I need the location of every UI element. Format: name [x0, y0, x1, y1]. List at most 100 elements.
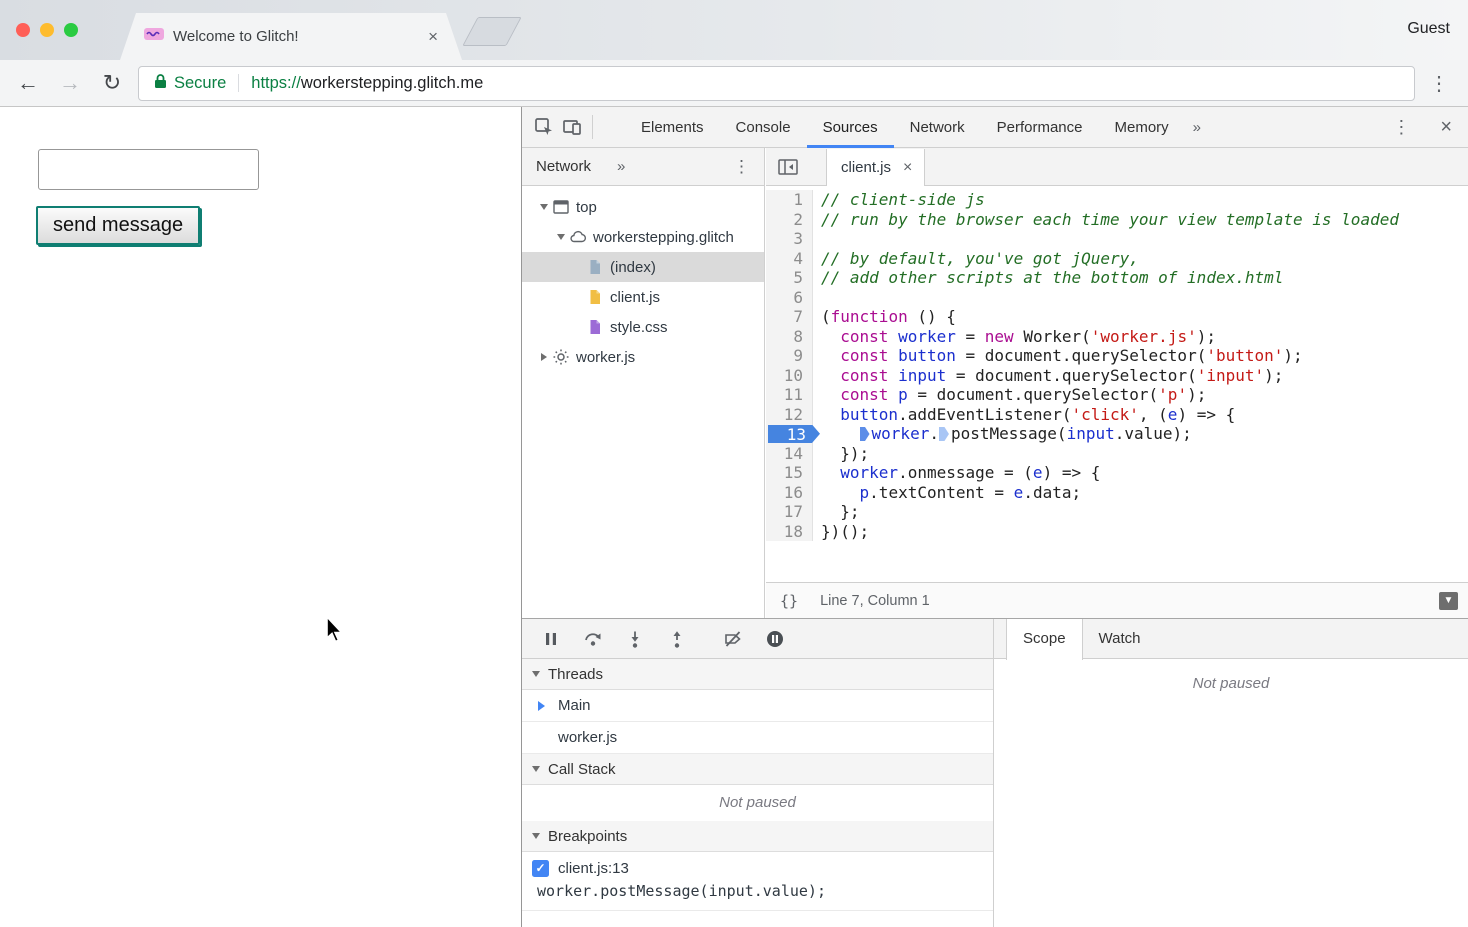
inline-breakpoint-marker-icon[interactable]	[939, 427, 949, 441]
line-number[interactable]: 8	[766, 327, 813, 347]
pause-icon[interactable]	[536, 625, 566, 653]
fullscreen-window-button[interactable]	[64, 23, 78, 37]
tab-close-icon[interactable]: ×	[428, 27, 438, 47]
toggle-navigator-icon[interactable]	[774, 153, 802, 181]
debugger-drawer: Threads Mainworker.js Call Stack Not pau…	[522, 618, 1468, 927]
code-line-12[interactable]: 12 button.addEventListener('click', (e) …	[766, 405, 1468, 425]
step-over-icon[interactable]	[578, 625, 608, 653]
tree-item--index-[interactable]: (index)	[522, 252, 764, 282]
sidebar-more-tabs-icon[interactable]: »	[617, 158, 625, 175]
code-line-3[interactable]: 3	[766, 229, 1468, 249]
tab-watch[interactable]: Watch	[1083, 619, 1157, 658]
line-number[interactable]: 3	[766, 229, 813, 249]
breakpoints-section-header[interactable]: Breakpoints	[522, 821, 993, 852]
tab-elements[interactable]: Elements	[625, 107, 720, 148]
url-text[interactable]: https://workerstepping.glitch.me	[251, 74, 483, 93]
browser-menu-icon[interactable]: ⋮	[1429, 71, 1450, 96]
security-chip[interactable]: Secure	[154, 73, 226, 94]
code-line-2[interactable]: 2// run by the browser each time your vi…	[766, 210, 1468, 230]
code-content: button.addEventListener('click', (e) => …	[813, 405, 1235, 425]
line-number[interactable]: 1	[766, 190, 813, 210]
disclosure-triangle-icon[interactable]	[536, 353, 552, 361]
step-out-icon[interactable]	[662, 625, 692, 653]
line-number[interactable]: 16	[766, 483, 813, 503]
pause-on-exceptions-icon[interactable]	[760, 625, 790, 653]
call-stack-section-header[interactable]: Call Stack	[522, 754, 993, 785]
line-number[interactable]: 9	[766, 346, 813, 366]
line-number[interactable]: 15	[766, 463, 813, 483]
tab-network[interactable]: Network	[894, 107, 981, 148]
more-tabs-icon[interactable]: »	[1185, 107, 1209, 148]
disclosure-triangle-icon[interactable]	[553, 234, 569, 240]
tab-network-sidebar[interactable]: Network	[536, 158, 591, 175]
tab-console[interactable]: Console	[720, 107, 807, 148]
disclosure-triangle-icon[interactable]	[536, 204, 552, 210]
breakpoint-line-number[interactable]: 13	[766, 424, 813, 444]
tab-sources[interactable]: Sources	[807, 107, 894, 148]
code-editor[interactable]: 1// client-side js2// run by the browser…	[766, 186, 1468, 582]
breakpoint-badge[interactable]: 13	[768, 425, 820, 444]
line-number[interactable]: 10	[766, 366, 813, 386]
code-line-5[interactable]: 5// add other scripts at the bottom of i…	[766, 268, 1468, 288]
address-bar[interactable]: Secure https://workerstepping.glitch.me	[138, 66, 1415, 101]
device-toolbar-icon[interactable]	[558, 113, 586, 141]
devtools-close-icon[interactable]: ×	[1440, 116, 1452, 139]
tree-item-top[interactable]: top	[522, 192, 764, 222]
sidebar-menu-icon[interactable]: ⋮	[733, 157, 750, 177]
guest-profile-label[interactable]: Guest	[1407, 20, 1450, 38]
line-number[interactable]: 2	[766, 210, 813, 230]
file-tab-close-icon[interactable]: ×	[903, 159, 912, 177]
line-number[interactable]: 6	[766, 288, 813, 308]
code-line-6[interactable]: 6	[766, 288, 1468, 308]
tree-item-client-js[interactable]: client.js	[522, 282, 764, 312]
breakpoint-entry[interactable]: ✓client.js:13worker.postMessage(input.va…	[522, 852, 993, 911]
code-line-9[interactable]: 9 const button = document.querySelector(…	[766, 346, 1468, 366]
code-line-4[interactable]: 4// by default, you've got jQuery,	[766, 249, 1468, 269]
reload-icon[interactable]: ↻	[98, 70, 126, 96]
step-into-icon[interactable]	[620, 625, 650, 653]
code-line-16[interactable]: 16 p.textContent = e.data;	[766, 483, 1468, 503]
inspect-element-icon[interactable]	[530, 113, 558, 141]
line-number[interactable]: 7	[766, 307, 813, 327]
breakpoint-checkbox[interactable]: ✓	[532, 860, 549, 877]
threads-section-header[interactable]: Threads	[522, 659, 993, 690]
line-number[interactable]: 12	[766, 405, 813, 425]
thread-item-worker-js[interactable]: worker.js	[522, 722, 993, 754]
code-line-17[interactable]: 17 };	[766, 502, 1468, 522]
tab-scope[interactable]: Scope	[1006, 619, 1083, 660]
code-line-8[interactable]: 8 const worker = new Worker('worker.js')…	[766, 327, 1468, 347]
code-line-13[interactable]: 13 worker.postMessage(input.value);	[766, 424, 1468, 444]
tab-performance[interactable]: Performance	[981, 107, 1099, 148]
code-line-10[interactable]: 10 const input = document.querySelector(…	[766, 366, 1468, 386]
code-line-7[interactable]: 7(function () {	[766, 307, 1468, 327]
line-number[interactable]: 17	[766, 502, 813, 522]
devtools-menu-icon[interactable]: ⋮	[1392, 117, 1410, 138]
line-number[interactable]: 4	[766, 249, 813, 269]
panel-corner-icon[interactable]: ▼	[1439, 592, 1458, 610]
code-line-11[interactable]: 11 const p = document.querySelector('p')…	[766, 385, 1468, 405]
back-icon[interactable]: ←	[14, 70, 42, 96]
line-number[interactable]: 14	[766, 444, 813, 464]
send-message-button[interactable]: send message	[36, 206, 200, 245]
line-number[interactable]: 5	[766, 268, 813, 288]
tree-item-style-css[interactable]: style.css	[522, 312, 764, 342]
code-line-1[interactable]: 1// client-side js	[766, 190, 1468, 210]
pretty-print-icon[interactable]: {}	[780, 592, 798, 610]
code-line-15[interactable]: 15 worker.onmessage = (e) => {	[766, 463, 1468, 483]
browser-tab[interactable]: Welcome to Glitch! ×	[120, 13, 462, 60]
message-input[interactable]	[38, 149, 259, 190]
close-window-button[interactable]	[16, 23, 30, 37]
code-line-14[interactable]: 14 });	[766, 444, 1468, 464]
code-line-18[interactable]: 18})();	[766, 522, 1468, 542]
tab-memory[interactable]: Memory	[1099, 107, 1185, 148]
file-tab-clientjs[interactable]: client.js ×	[826, 149, 925, 187]
inline-breakpoint-marker-icon[interactable]	[860, 427, 870, 441]
thread-item-main[interactable]: Main	[522, 690, 993, 722]
deactivate-breakpoints-icon[interactable]	[718, 625, 748, 653]
minimize-window-button[interactable]	[40, 23, 54, 37]
tree-item-worker-js[interactable]: worker.js	[522, 342, 764, 372]
tree-item-workerstepping-glitch[interactable]: workerstepping.glitch	[522, 222, 764, 252]
line-number[interactable]: 11	[766, 385, 813, 405]
line-number[interactable]: 18	[766, 522, 813, 542]
new-tab-button[interactable]	[462, 17, 521, 46]
